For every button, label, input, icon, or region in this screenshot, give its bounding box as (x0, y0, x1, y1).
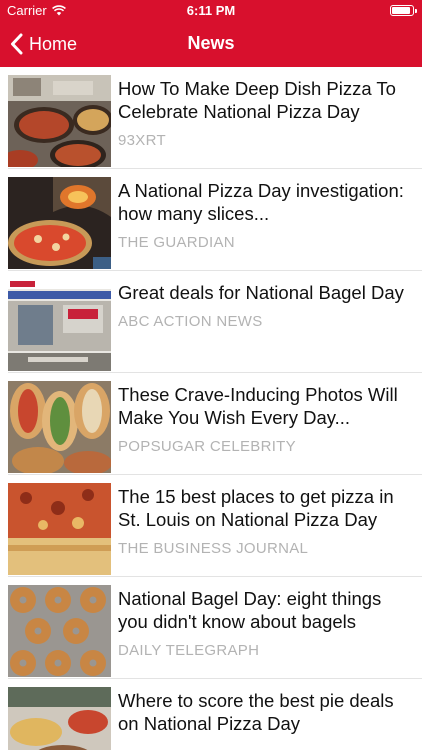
app-header: Carrier 6:11 PM Home News (0, 0, 422, 67)
page-title: News (187, 33, 235, 53)
article-source: DAILY TELEGRAPH (118, 642, 260, 659)
article-headline: The 15 best places to get pizza in St. L… (118, 486, 394, 530)
news-item[interactable]: These Crave-Inducing Photos Will Make Yo… (0, 373, 422, 475)
article-thumbnail (8, 177, 111, 269)
article-headline: National Bagel Day: eight things you did… (118, 588, 382, 632)
news-item[interactable]: Great deals for National Bagel Day ABC A… (0, 271, 422, 373)
article-thumbnail (8, 483, 111, 575)
status-time: 6:11 PM (186, 3, 236, 18)
article-source: 93XRT (118, 132, 166, 149)
news-item[interactable]: Where to score the best pie deals on Nat… (0, 679, 422, 750)
news-item[interactable]: National Bagel Day: eight things you did… (0, 577, 422, 679)
news-list: How To Make Deep Dish Pizza To Celebrate… (0, 67, 422, 750)
news-item[interactable]: The 15 best places to get pizza in St. L… (0, 475, 422, 577)
navigation-bar: Home News (0, 22, 422, 67)
article-thumbnail (8, 585, 111, 677)
news-item[interactable]: A National Pizza Day investigation: how … (0, 169, 422, 271)
article-thumbnail (8, 279, 111, 371)
article-thumbnail (8, 381, 111, 473)
article-source: THE GUARDIAN (118, 234, 235, 251)
news-item[interactable]: How To Make Deep Dish Pizza To Celebrate… (0, 67, 422, 169)
article-headline: A National Pizza Day investigation: how … (118, 180, 404, 224)
article-source: THE BUSINESS JOURNAL (118, 540, 309, 557)
article-thumbnail (8, 687, 111, 750)
battery-icon (390, 5, 417, 16)
article-source: POPSUGAR CELEBRITY (118, 438, 296, 455)
article-source: ABC ACTION NEWS (118, 313, 263, 330)
article-thumbnail (8, 75, 111, 167)
article-headline: These Crave-Inducing Photos Will Make Yo… (118, 384, 398, 428)
article-headline: Great deals for National Bagel Day (118, 282, 404, 303)
status-bar: Carrier 6:11 PM (0, 0, 422, 22)
article-headline: Where to score the best pie deals on Nat… (118, 690, 394, 734)
article-headline: How To Make Deep Dish Pizza To Celebrate… (118, 78, 396, 122)
